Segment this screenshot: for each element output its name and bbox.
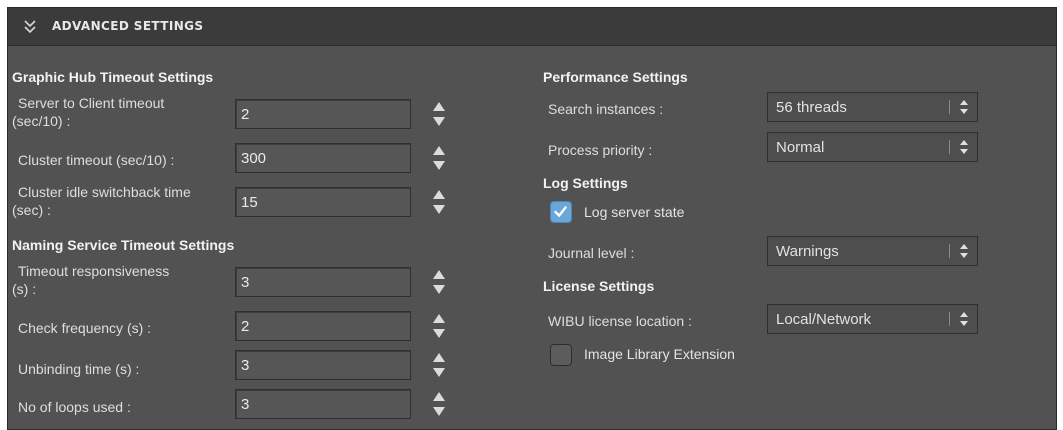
no-of-loops-spinner-icon[interactable] [432, 390, 446, 418]
journal-level-label: Journal level : [548, 245, 635, 261]
cluster-timeout-spinner-icon[interactable] [432, 144, 446, 172]
no-of-loops-input[interactable]: 3 [235, 389, 411, 419]
check-frequency-input[interactable]: 2 [235, 311, 411, 341]
cluster-idle-switchback-label: Cluster idle switchback time (sec) : [12, 184, 191, 218]
log-server-state-label: Log server state [584, 204, 685, 220]
timeout-responsiveness-input[interactable]: 3 [235, 267, 411, 297]
search-instances-label: Search instances : [548, 101, 664, 117]
checkmark-icon [554, 206, 567, 217]
cluster-idle-switchback-spinner-icon[interactable] [432, 188, 446, 216]
log-section-title: Log Settings [543, 175, 628, 191]
image-library-extension-checkbox[interactable] [550, 344, 572, 366]
panel-title: ADVANCED SETTINGS [52, 19, 204, 33]
unbinding-time-label: Unbinding time (s) : [18, 361, 140, 377]
select-arrows-icon [960, 100, 968, 114]
naming-service-section-title: Naming Service Timeout Settings [12, 237, 235, 253]
cluster-timeout-label: Cluster timeout (sec/10) : [18, 152, 175, 168]
check-frequency-label: Check frequency (s) : [18, 320, 152, 336]
check-frequency-spinner-icon[interactable] [432, 312, 446, 340]
panel-header[interactable]: ADVANCED SETTINGS [8, 8, 1056, 46]
select-arrows-icon [960, 140, 968, 154]
process-priority-label: Process priority : [548, 142, 653, 158]
journal-level-select[interactable]: Warnings [767, 236, 978, 266]
server-to-client-timeout-spinner-icon[interactable] [432, 100, 446, 128]
unbinding-time-spinner-icon[interactable] [432, 351, 446, 379]
select-arrows-icon [960, 244, 968, 258]
performance-section-title: Performance Settings [543, 69, 688, 85]
graphic-hub-section-title: Graphic Hub Timeout Settings [12, 69, 214, 85]
double-chevron-down-icon[interactable] [22, 17, 38, 37]
process-priority-select[interactable]: Normal [767, 132, 978, 162]
cluster-timeout-input[interactable]: 300 [235, 143, 411, 173]
license-section-title: License Settings [543, 278, 655, 294]
wibu-license-location-select[interactable]: Local/Network [767, 304, 978, 334]
timeout-responsiveness-spinner-icon[interactable] [432, 268, 446, 296]
log-server-state-checkbox[interactable] [550, 201, 572, 223]
server-to-client-timeout-label: Server to Client timeout (sec/10) : [12, 95, 165, 129]
no-of-loops-label: No of loops used : [18, 399, 131, 415]
image-library-extension-label: Image Library Extension [584, 346, 735, 362]
unbinding-time-input[interactable]: 3 [235, 350, 411, 380]
select-arrows-icon [960, 312, 968, 326]
wibu-license-location-label: WIBU license location : [548, 313, 692, 329]
server-to-client-timeout-input[interactable]: 2 [235, 99, 411, 129]
advanced-settings-panel: ADVANCED SETTINGS Graphic Hub Timeout Se… [7, 7, 1057, 430]
timeout-responsiveness-label: Timeout responsiveness (s) : [12, 263, 170, 297]
cluster-idle-switchback-input[interactable]: 15 [235, 187, 411, 217]
search-instances-select[interactable]: 56 threads [767, 92, 978, 122]
